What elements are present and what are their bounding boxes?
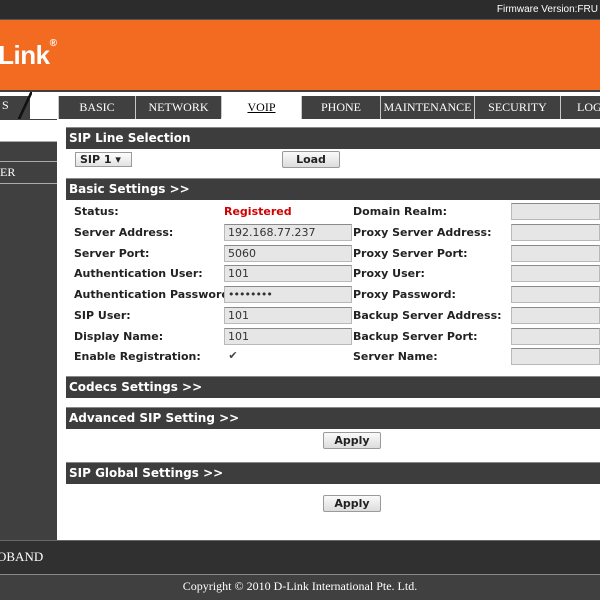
auth-password-field[interactable]: ••••••••	[224, 286, 352, 303]
auth-user-label: Authentication User:	[74, 267, 203, 280]
sip-global-settings-header[interactable]: SIP Global Settings >>	[66, 462, 600, 484]
proxy-server-port-field[interactable]	[511, 245, 600, 262]
backup-server-address-field[interactable]	[511, 307, 600, 324]
status-value: Registered	[224, 205, 292, 218]
sidebar-divider	[0, 141, 57, 142]
logo-text: -Link	[0, 40, 50, 70]
registered-mark: ®	[49, 38, 57, 49]
sidebar-item-other[interactable]: ER	[0, 162, 57, 183]
sip-line-select[interactable]: SIP 1 ▾	[75, 152, 132, 167]
footer-band	[0, 540, 600, 574]
server-name-field[interactable]	[511, 348, 600, 365]
main-content: SIP Line Selection SIP 1 ▾ Load Basic Se…	[57, 119, 600, 540]
server-port-field[interactable]: 5060	[224, 245, 352, 262]
server-address-label: Server Address:	[74, 226, 174, 239]
tab-phone[interactable]: PHONE	[301, 96, 380, 119]
tab-maintenance[interactable]: MAINTENANCE	[380, 96, 474, 119]
checkmark-icon: ✔	[228, 349, 238, 362]
chevron-down-icon: ▾	[115, 153, 121, 166]
status-label: Status:	[74, 205, 119, 218]
codecs-settings-header[interactable]: Codecs Settings >>	[66, 376, 600, 398]
proxy-user-label: Proxy User:	[353, 267, 425, 280]
brand-banner: -Link®	[0, 20, 600, 90]
tab-basic[interactable]: BASIC	[58, 96, 135, 119]
display-name-field[interactable]: 101	[224, 328, 352, 345]
advanced-sip-setting-header[interactable]: Advanced SIP Setting >>	[66, 407, 600, 429]
sip-user-label: SIP User:	[74, 309, 131, 322]
proxy-password-field[interactable]	[511, 286, 600, 303]
backup-server-address-label: Backup Server Address:	[353, 309, 502, 322]
server-name-label: Server Name:	[353, 350, 438, 363]
auth-user-field[interactable]: 101	[224, 265, 352, 282]
broadband-text: OBAND	[0, 549, 44, 564]
copyright-text: Copyright © 2010 D-Link International Pt…	[182, 579, 418, 593]
apply-button[interactable]: Apply	[323, 432, 381, 449]
proxy-server-port-label: Proxy Server Port:	[353, 247, 468, 260]
domain-realm-label: Domain Realm:	[353, 205, 447, 218]
auth-password-label: Authentication Password:	[74, 288, 234, 301]
proxy-server-address-field[interactable]	[511, 224, 600, 241]
enable-registration-checkbox[interactable]: ✔	[227, 350, 239, 362]
domain-realm-field[interactable]	[511, 203, 600, 220]
basic-settings-header[interactable]: Basic Settings >>	[66, 178, 600, 200]
proxy-server-address-label: Proxy Server Address:	[353, 226, 492, 239]
firmware-version: Firmware Version:FRU	[496, 4, 598, 15]
load-button[interactable]: Load	[282, 151, 340, 168]
server-port-label: Server Port:	[74, 247, 150, 260]
sip-line-selection-header: SIP Line Selection	[66, 127, 600, 149]
dlink-logo: -Link®	[0, 38, 57, 71]
enable-registration-label: Enable Registration:	[74, 350, 201, 363]
global-apply-button[interactable]: Apply	[323, 495, 381, 512]
tab-network[interactable]: NETWORK	[135, 96, 221, 119]
tab-voip[interactable]: VOIP	[221, 96, 301, 119]
nav-slash-divider	[18, 92, 32, 119]
sidebar-item-sip[interactable]	[0, 120, 57, 141]
sip-user-field[interactable]: 101	[224, 307, 352, 324]
top-bar: Firmware Version:FRU	[0, 0, 600, 20]
sip-line-select-value: SIP 1	[80, 153, 112, 166]
tab-security[interactable]: SECURITY	[474, 96, 560, 119]
backup-server-port-label: Backup Server Port:	[353, 330, 478, 343]
backup-server-port-field[interactable]	[511, 328, 600, 345]
tab-log[interactable]: LOG	[560, 96, 600, 119]
server-address-field[interactable]: 192.168.77.237	[224, 224, 352, 241]
display-name-label: Display Name:	[74, 330, 164, 343]
sidebar-divider	[0, 183, 57, 184]
proxy-password-label: Proxy Password:	[353, 288, 456, 301]
proxy-user-field[interactable]	[511, 265, 600, 282]
main-tabs: BASIC NETWORK VOIP PHONE MAINTENANCE SEC…	[58, 96, 600, 119]
